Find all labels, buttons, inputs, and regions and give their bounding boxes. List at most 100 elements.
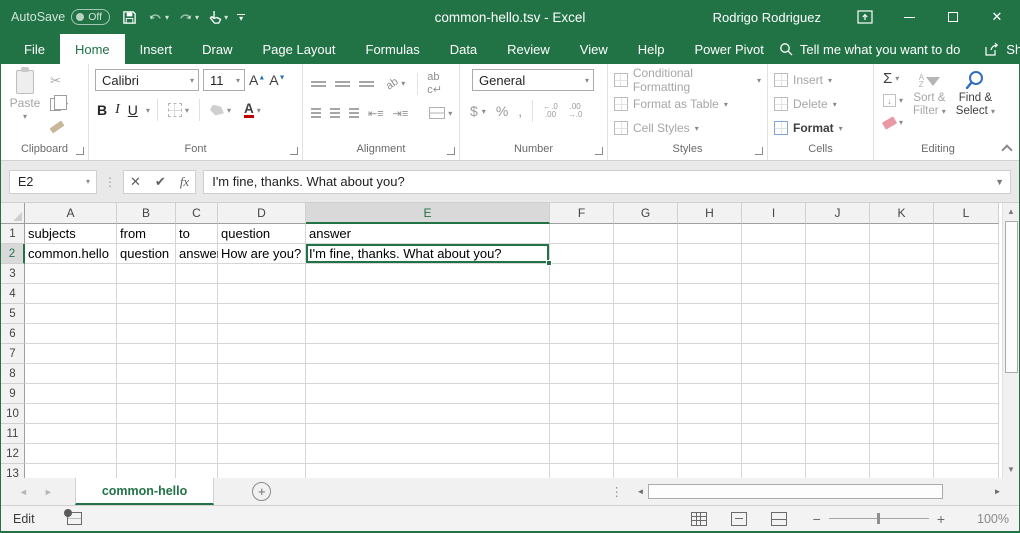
cell-K3[interactable] [870,264,934,284]
cell-D11[interactable] [218,424,306,444]
cell-H1[interactable] [678,224,742,244]
column-header-g[interactable]: G [614,203,678,224]
cell-K8[interactable] [870,364,934,384]
autosave-pill[interactable]: Off [71,9,110,25]
cell-H5[interactable] [678,304,742,324]
cell-E13[interactable] [306,464,550,478]
cell-J7[interactable] [806,344,870,364]
row-header-2[interactable]: 2 [1,244,25,264]
cell-H11[interactable] [678,424,742,444]
ribbon-display-options-button[interactable] [843,0,887,34]
cell-G10[interactable] [614,404,678,424]
underline-dropdown-icon[interactable]: ▾ [146,106,150,115]
cell-E6[interactable] [306,324,550,344]
cell-J9[interactable] [806,384,870,404]
tab-formulas[interactable]: Formulas [351,34,435,64]
tab-home[interactable]: Home [60,34,125,64]
cell-H10[interactable] [678,404,742,424]
cell-I8[interactable] [742,364,806,384]
page-layout-view-icon[interactable] [731,512,747,526]
row-header-7[interactable]: 7 [1,344,25,364]
cell-I10[interactable] [742,404,806,424]
row-header-5[interactable]: 5 [1,304,25,324]
wrap-text-button[interactable]: abc↵ [427,71,442,96]
cell-C9[interactable] [176,384,218,404]
cell-G13[interactable] [614,464,678,478]
cell-B7[interactable] [117,344,176,364]
cell-styles-button[interactable]: Cell Styles▾ [610,118,765,138]
cell-E2[interactable]: I'm fine, thanks. What about you? [306,244,550,264]
cell-E3[interactable] [306,264,550,284]
cell-C4[interactable] [176,284,218,304]
save-button[interactable] [119,6,139,28]
column-header-c[interactable]: C [176,203,218,224]
cell-B11[interactable] [117,424,176,444]
cell-G6[interactable] [614,324,678,344]
cell-B8[interactable] [117,364,176,384]
tab-power-pivot[interactable]: Power Pivot [680,34,779,64]
touch-mode-dropdown-icon[interactable]: ▾ [224,13,228,22]
row-header-1[interactable]: 1 [1,224,25,244]
cell-B2[interactable]: question [117,244,176,264]
paste-button[interactable]: Paste ▾ [3,67,47,121]
cell-A13[interactable] [25,464,117,478]
merge-center-button[interactable]: ▾ [426,103,455,123]
zoom-in-button[interactable]: + [937,511,945,527]
number-format-select[interactable]: General▾ [472,69,594,91]
cell-G11[interactable] [614,424,678,444]
cell-C10[interactable] [176,404,218,424]
bold-button[interactable]: B [97,102,107,118]
cell-J12[interactable] [806,444,870,464]
maximize-button[interactable] [931,0,975,34]
column-header-l[interactable]: L [934,203,999,224]
column-header-i[interactable]: I [742,203,806,224]
number-dialog-launcher-icon[interactable] [595,147,603,155]
cell-I5[interactable] [742,304,806,324]
row-header-10[interactable]: 10 [1,404,25,424]
accounting-format-button[interactable]: $ [470,103,478,119]
cell-D10[interactable] [218,404,306,424]
cell-K12[interactable] [870,444,934,464]
insert-cells-button[interactable]: Insert▾ [770,70,871,90]
fill-handle[interactable] [546,260,552,266]
cell-J10[interactable] [806,404,870,424]
cell-A9[interactable] [25,384,117,404]
expand-formula-bar-icon[interactable]: ▼ [995,177,1004,187]
cell-B13[interactable] [117,464,176,478]
scroll-right-icon[interactable]: ► [990,484,1005,500]
decrease-decimal-button[interactable]: .00→.0 [568,103,583,119]
cell-D4[interactable] [218,284,306,304]
cell-E9[interactable] [306,384,550,404]
undo-dropdown-icon[interactable]: ▾ [165,13,169,22]
cell-H7[interactable] [678,344,742,364]
collapse-ribbon-icon[interactable] [1001,144,1012,155]
decrease-indent-button[interactable]: ⇤≡ [368,107,384,120]
cell-E10[interactable] [306,404,550,424]
alignment-dialog-launcher-icon[interactable] [447,147,455,155]
delete-cells-button[interactable]: Delete▾ [770,94,871,114]
tab-file[interactable]: File [9,34,60,64]
cell-J8[interactable] [806,364,870,384]
cell-J2[interactable] [806,244,870,264]
row-header-4[interactable]: 4 [1,284,25,304]
cell-F4[interactable] [550,284,614,304]
orientation-button[interactable]: ab▾ [383,74,408,94]
name-box[interactable]: E2 ▾ [9,170,97,194]
cell-K4[interactable] [870,284,934,304]
cell-L8[interactable] [934,364,999,384]
middle-align-button[interactable] [335,79,350,89]
cell-C13[interactable] [176,464,218,478]
cell-A12[interactable] [25,444,117,464]
cell-J11[interactable] [806,424,870,444]
column-header-h[interactable]: H [678,203,742,224]
cell-L10[interactable] [934,404,999,424]
sheet-tab-common-hello[interactable]: common-hello [75,478,214,505]
cell-H3[interactable] [678,264,742,284]
cell-D8[interactable] [218,364,306,384]
macro-record-icon[interactable] [67,512,82,525]
increase-decimal-button[interactable]: ←.0.00 [543,103,558,119]
cell-L1[interactable] [934,224,999,244]
tab-insert[interactable]: Insert [125,34,188,64]
page-break-preview-icon[interactable] [771,512,787,526]
font-name-select[interactable]: Calibri▾ [95,69,199,91]
